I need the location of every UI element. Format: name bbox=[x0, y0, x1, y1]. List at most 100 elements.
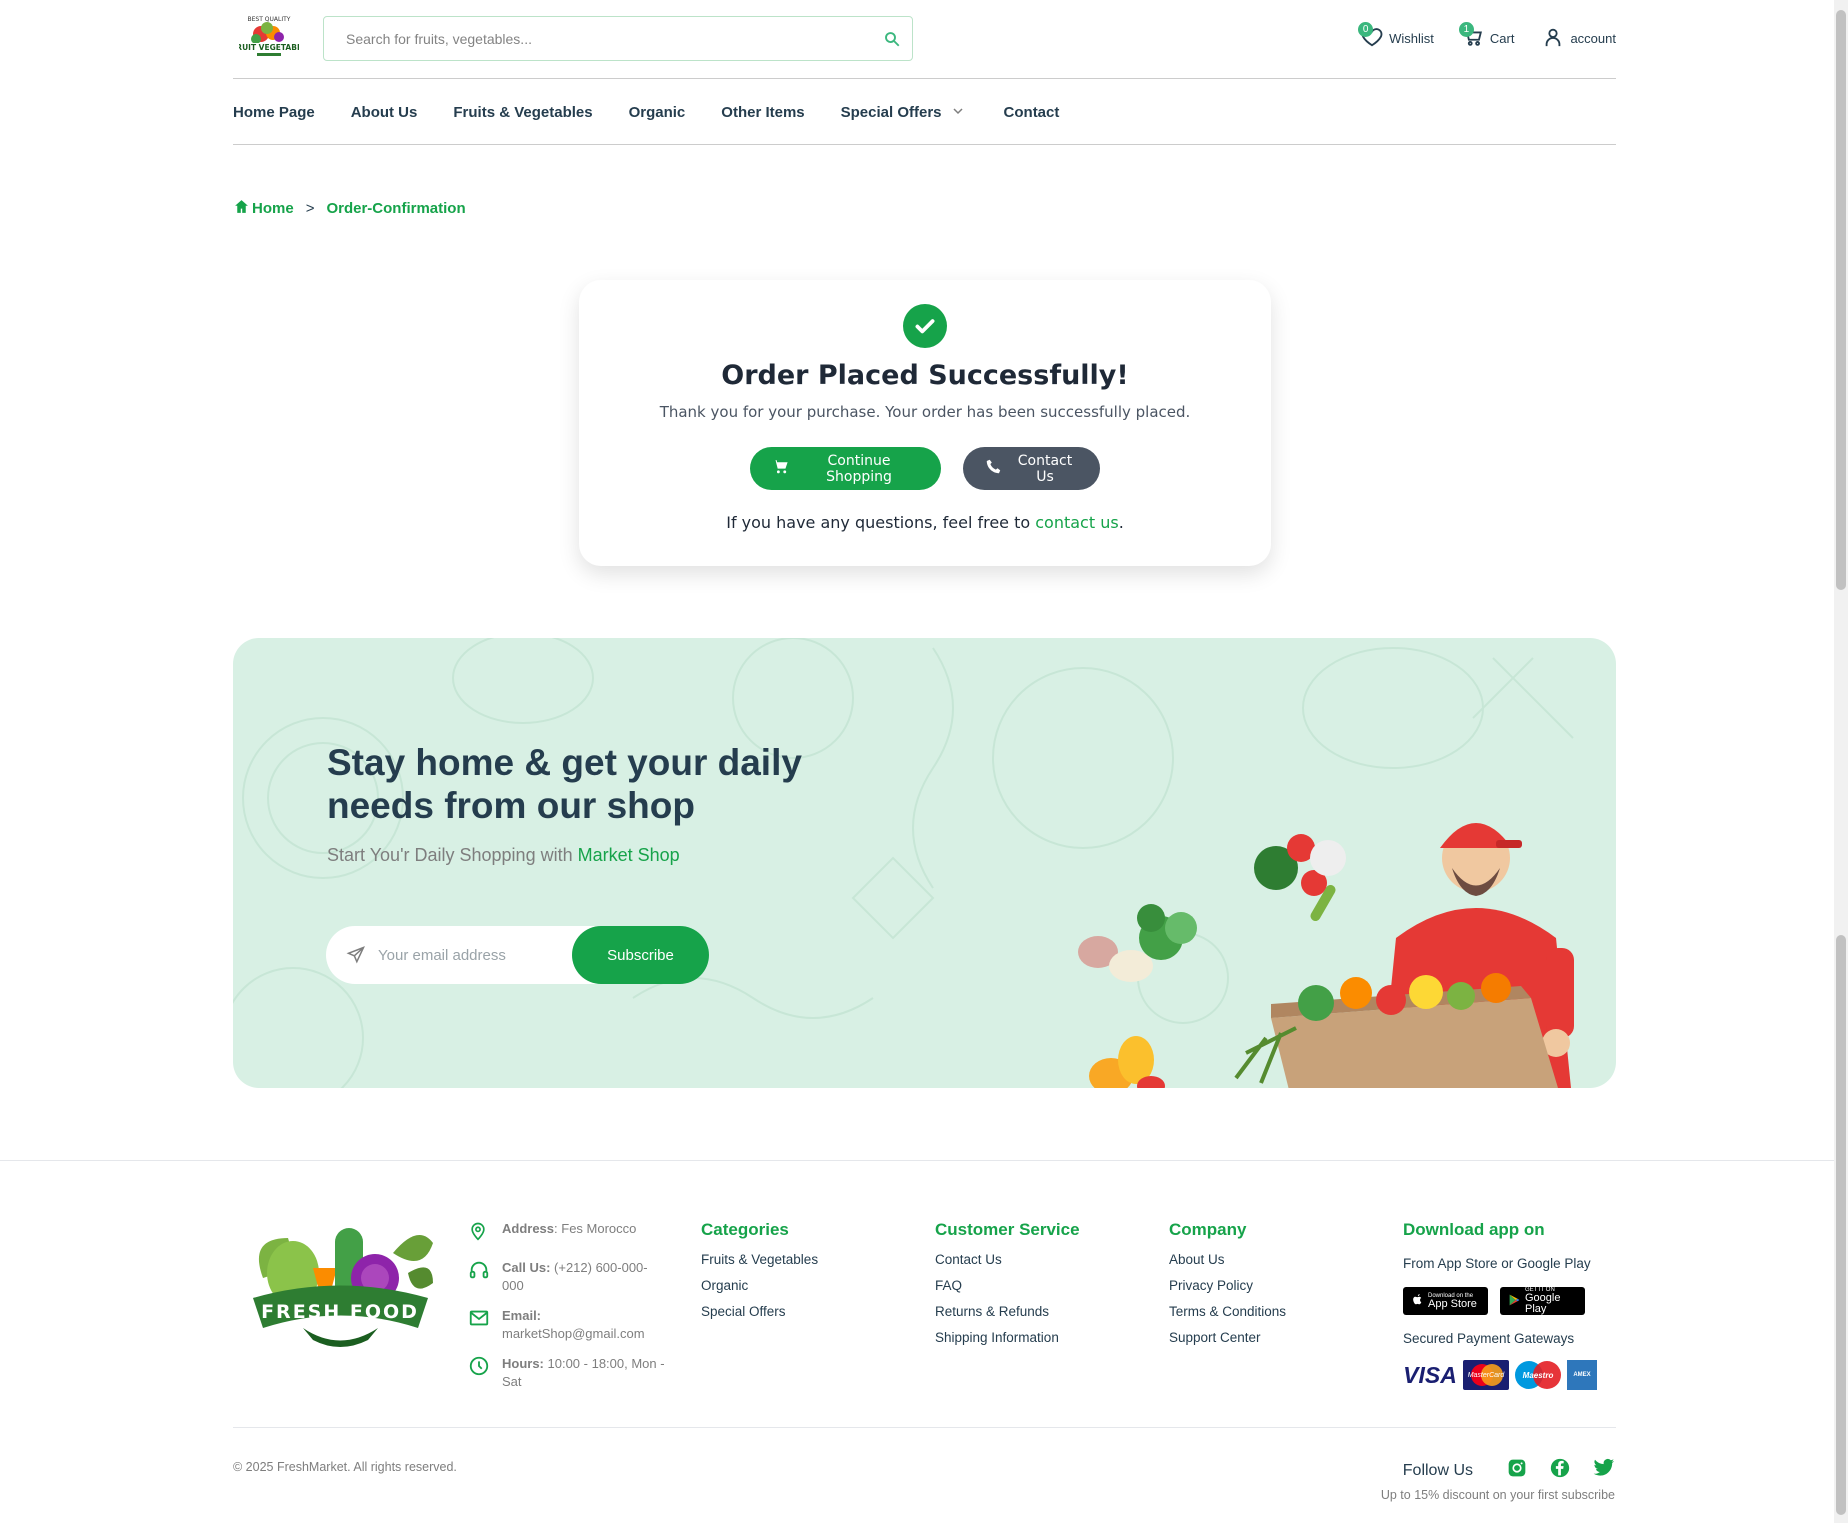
nav-special-offers[interactable]: Special Offers bbox=[841, 104, 964, 121]
breadcrumb-separator: > bbox=[305, 200, 315, 217]
app-store-badge[interactable]: Download on the App Store bbox=[1403, 1287, 1488, 1315]
scrollbar-thumb-lower[interactable] bbox=[1836, 935, 1846, 1515]
footer-divider bbox=[0, 1160, 1834, 1161]
mastercard-label: MasterCard bbox=[1467, 1371, 1505, 1379]
store-badges: Download on the App Store GET IT ON Goog… bbox=[1403, 1287, 1616, 1315]
breadcrumb-current: Order-Confirmation bbox=[326, 200, 466, 217]
app-store-label: App Store bbox=[1428, 1297, 1477, 1310]
contact-us-button[interactable]: Contact Us bbox=[963, 447, 1100, 490]
breadcrumb-home[interactable]: Home bbox=[233, 198, 294, 219]
footer-logo[interactable]: FRESH FOOD bbox=[243, 1218, 438, 1353]
svg-text:BEST QUALITY: BEST QUALITY bbox=[248, 16, 291, 23]
subscribe-form: Subscribe bbox=[326, 926, 709, 984]
address-label: Address bbox=[502, 1221, 555, 1236]
wishlist-count-badge: 0 bbox=[1358, 21, 1374, 37]
check-circle-icon bbox=[903, 304, 947, 348]
download-app-text: From App Store or Google Play bbox=[1403, 1256, 1591, 1271]
footer-link-organic[interactable]: Organic bbox=[701, 1278, 911, 1293]
confirmation-actions: Continue Shopping Contact Us bbox=[579, 447, 1271, 490]
payment-gateways-text: Secured Payment Gateways bbox=[1403, 1331, 1575, 1346]
banner-subheading: Start You'r Daily Shopping with Market S… bbox=[327, 845, 680, 866]
categories-title: Categories bbox=[701, 1220, 789, 1239]
contact-phone: Call Us: (+212) 600-000-000 bbox=[468, 1259, 668, 1295]
footer-link-fruits-vegetables[interactable]: Fruits & Vegetables bbox=[701, 1252, 911, 1267]
cart-label: Cart bbox=[1489, 30, 1515, 46]
chevron-down-icon bbox=[952, 104, 964, 121]
nav-organic[interactable]: Organic bbox=[629, 104, 686, 121]
nav-other-items[interactable]: Other Items bbox=[721, 104, 804, 121]
facebook-icon[interactable] bbox=[1549, 1457, 1571, 1484]
home-icon bbox=[233, 198, 250, 219]
map-pin-icon bbox=[468, 1220, 490, 1247]
hours-label: Hours: bbox=[502, 1356, 544, 1371]
google-play-badge[interactable]: GET IT ON Google Play bbox=[1500, 1287, 1585, 1315]
cart-count-badge: 1 bbox=[1458, 21, 1474, 37]
nav-fruits-vegetables[interactable]: Fruits & Vegetables bbox=[453, 104, 592, 121]
confirmation-footnote: If you have any questions, feel free to … bbox=[579, 513, 1271, 532]
google-play-text: GET IT ON Google Play bbox=[1525, 1287, 1577, 1315]
address-text: Address: Fes Morocco bbox=[502, 1220, 636, 1247]
newsletter-banner: Stay home & get your daily needs from ou… bbox=[233, 638, 1616, 1088]
confirmation-message: Thank you for your purchase. Your order … bbox=[659, 403, 1191, 421]
scrollbar-track[interactable] bbox=[1834, 0, 1848, 1523]
footer-link-terms-conditions[interactable]: Terms & Conditions bbox=[1169, 1304, 1379, 1319]
continue-shopping-label: Continue Shopping bbox=[826, 452, 892, 485]
footer-link-special-offers[interactable]: Special Offers bbox=[701, 1304, 911, 1319]
footnote-prefix: If you have any questions, feel free to bbox=[726, 513, 1036, 532]
search-input[interactable] bbox=[346, 17, 866, 60]
banner-brand: Market Shop bbox=[577, 845, 680, 865]
footer-link-about-us[interactable]: About Us bbox=[1169, 1252, 1379, 1267]
contact-hours: Hours: 10:00 - 18:00, Mon - Sat bbox=[468, 1355, 668, 1391]
footer-customer-service: Customer Service Contact Us FAQ Returns … bbox=[935, 1220, 1145, 1356]
hours-text: Hours: 10:00 - 18:00, Mon - Sat bbox=[502, 1355, 668, 1391]
wishlist-link[interactable]: 0 Wishlist bbox=[1358, 21, 1434, 51]
email-label: Email: bbox=[502, 1308, 542, 1323]
wishlist-label: Wishlist bbox=[1389, 30, 1434, 46]
app-store-text: Download on the App Store bbox=[1428, 1293, 1477, 1310]
nav-contact[interactable]: Contact bbox=[1004, 104, 1060, 121]
maestro-icon: Maestro bbox=[1515, 1360, 1561, 1390]
footer-logo-text: FRESH FOOD bbox=[261, 1301, 419, 1323]
contact-us-link[interactable]: contact us bbox=[1035, 513, 1118, 532]
email-input[interactable] bbox=[378, 926, 578, 984]
footer-link-shipping-information[interactable]: Shipping Information bbox=[935, 1330, 1145, 1345]
footnote-suffix: . bbox=[1118, 513, 1124, 532]
header-actions: 0 Wishlist 1 Cart account bbox=[1358, 18, 1616, 58]
footer-link-faq[interactable]: FAQ bbox=[935, 1278, 1145, 1293]
follow-us-note: Up to 15% discount on your first subscri… bbox=[1380, 1488, 1615, 1502]
breadcrumb-home-label: Home bbox=[252, 200, 294, 217]
copyright-text: © 2025 FreshMarket. All rights reserved. bbox=[233, 1460, 457, 1474]
call-label: Call Us: bbox=[502, 1260, 551, 1275]
twitter-icon[interactable] bbox=[1593, 1458, 1615, 1483]
company-title: Company bbox=[1169, 1220, 1247, 1239]
footer-link-returns-refunds[interactable]: Returns & Refunds bbox=[935, 1304, 1145, 1319]
site-header: BEST QUALITY FRUIT VEGETABLE 0 bbox=[231, 0, 1616, 79]
follow-us-row: Follow Us bbox=[1381, 1457, 1615, 1484]
site-logo[interactable]: BEST QUALITY FRUIT VEGETABLE bbox=[231, 12, 307, 62]
subscribe-button[interactable]: Subscribe bbox=[572, 926, 709, 984]
nav-home[interactable]: Home Page bbox=[233, 104, 315, 121]
payment-icons: VISA MasterCard Maestro AMEX bbox=[1403, 1360, 1616, 1390]
google-play-label: Google Play bbox=[1525, 1292, 1561, 1315]
footer-link-privacy-policy[interactable]: Privacy Policy bbox=[1169, 1278, 1379, 1293]
footer-link-contact-us[interactable]: Contact Us bbox=[935, 1252, 1145, 1267]
footer-contact: Address: Fes Morocco Call Us: (+212) 600… bbox=[468, 1220, 668, 1403]
instagram-icon[interactable] bbox=[1507, 1458, 1527, 1483]
scrollbar-thumb[interactable] bbox=[1836, 10, 1846, 590]
nav-about[interactable]: About Us bbox=[351, 104, 418, 121]
phone-icon bbox=[985, 458, 1002, 479]
confirmation-title: Order Placed Successfully! bbox=[721, 360, 1129, 391]
continue-shopping-button[interactable]: Continue Shopping bbox=[750, 447, 941, 490]
contact-address: Address: Fes Morocco bbox=[468, 1220, 668, 1247]
account-link[interactable]: account bbox=[1542, 26, 1616, 51]
cart-icon bbox=[772, 458, 789, 479]
cart-link[interactable]: 1 Cart bbox=[1458, 21, 1515, 51]
phone-text: Call Us: (+212) 600-000-000 bbox=[502, 1259, 668, 1295]
search-bar bbox=[323, 16, 913, 61]
download-app-title: Download app on bbox=[1403, 1220, 1545, 1239]
headset-icon bbox=[468, 1259, 490, 1295]
search-icon[interactable] bbox=[880, 27, 904, 51]
footer-link-support-center[interactable]: Support Center bbox=[1169, 1330, 1379, 1345]
email-text: Email: marketShop@gmail.com bbox=[502, 1307, 645, 1343]
email-value[interactable]: marketShop@gmail.com bbox=[502, 1326, 645, 1341]
